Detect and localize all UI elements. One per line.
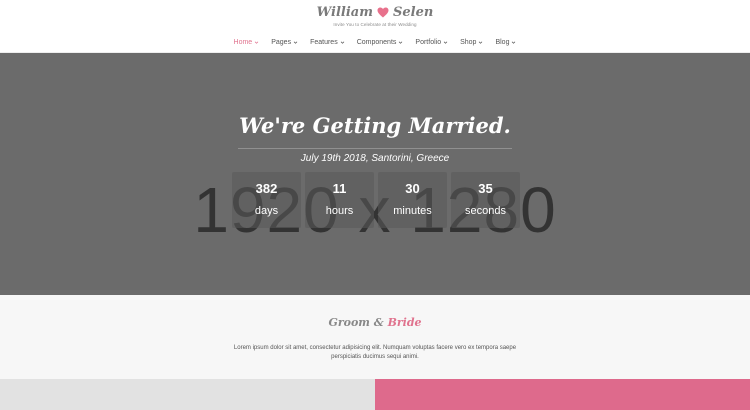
groom-panel [0,379,375,410]
countdown: 382 days 11 hours 30 minutes 35 seconds [232,172,520,228]
section-title-amp: & [373,316,384,329]
nav-item-features[interactable]: Features [304,36,351,48]
countdown-label: minutes [393,205,432,217]
nav-item-components[interactable]: Components [351,36,410,48]
section-text-line: Lorem ipsum dolor sit amet, consectetur … [233,345,517,351]
chevron-down-icon [512,40,516,44]
chevron-down-icon [443,40,448,44]
hero-divider [238,148,512,149]
chevron-down-icon [254,40,259,44]
hero-date: July 19th 2018, Santorini, Greece [300,153,450,164]
nav-item-label: Features [310,38,338,46]
nav-item-blog[interactable]: Blog [489,36,522,48]
section-title-groom: Groom [328,316,370,329]
logo-name-right: Selen [392,5,434,20]
hero-section: 1920 x 1280 We're Getting Married. July … [0,53,750,295]
countdown-seconds: 35 seconds [451,172,520,228]
nav-item-shop[interactable]: Shop [454,36,489,48]
nav-item-label: Components [356,38,397,46]
nav-item-label: Shop [460,38,477,46]
main-nav: Home Pages Features Components Portfolio… [0,36,750,48]
countdown-value: 11 [332,181,347,196]
logo-tagline: Invite You to Celebrate at their Wedding [333,22,417,27]
nav-item-label: Blog [495,38,510,46]
countdown-label: days [254,205,279,217]
nav-item-label: Portfolio [415,38,442,46]
heart-icon [377,7,389,18]
chevron-down-icon [479,40,483,44]
hero-title: We're Getting Married. [239,113,511,138]
site-header: William Selen Invite You to Celebrate at… [0,0,750,53]
section-text-line: perspiciatis ducimus sequi animi. [331,354,419,360]
countdown-label: hours [325,205,354,217]
nav-item-portfolio[interactable]: Portfolio [409,36,454,48]
countdown-value: 35 [478,181,493,196]
chevron-down-icon [340,40,344,44]
countdown-minutes: 30 minutes [378,172,447,228]
nav-item-pages[interactable]: Pages [265,36,304,48]
bride-panel [375,379,750,410]
section-title-bride: Bride [387,316,422,329]
countdown-days: 382 days [232,172,301,228]
nav-item-label: Home [233,38,253,46]
groom-bride-section: Groom & Bride Lorem ipsum dolor sit amet… [0,295,750,379]
countdown-value: 30 [405,181,420,196]
section-description: Lorem ipsum dolor sit amet, consectetur … [0,344,750,362]
chevron-down-icon [293,40,298,44]
nav-item-label: Pages [271,38,292,46]
section-title: Groom & Bride [0,316,750,329]
site-logo[interactable]: William Selen Invite You to Celebrate at… [0,4,750,27]
chevron-down-icon [399,40,403,44]
countdown-value: 382 [255,181,278,196]
logo-name-left: William [316,5,373,20]
nav-item-home[interactable]: Home [228,36,266,48]
countdown-hours: 11 hours [305,172,374,228]
countdown-label: seconds [465,205,506,217]
